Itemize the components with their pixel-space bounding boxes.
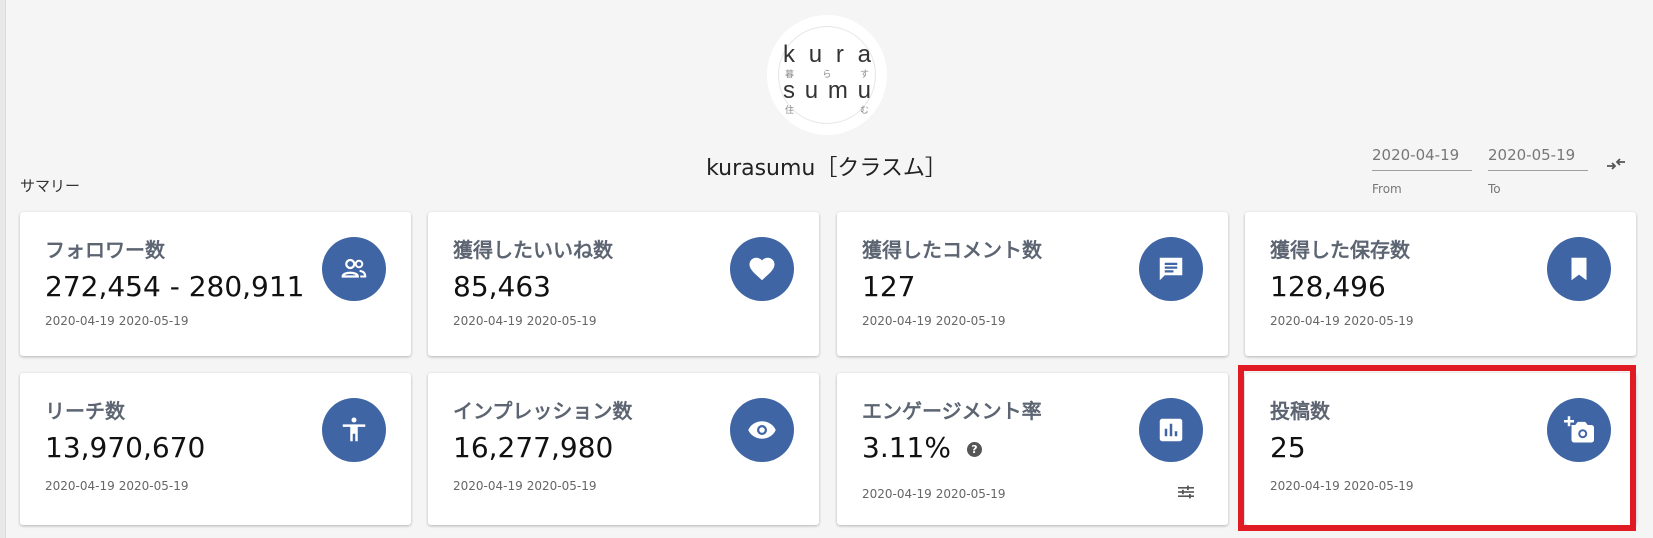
range-to: 2020-05-19 — [118, 479, 189, 493]
logo-char: k — [783, 41, 795, 68]
card-value: 16,277,980 — [453, 431, 614, 464]
card-icon-badge — [1547, 237, 1611, 301]
card-date-range: 2020-04-19 2020-05-19 — [1270, 314, 1414, 328]
card-title: 獲得したいいね数 — [453, 238, 613, 262]
card-date-range: 2020-04-19 2020-05-19 — [862, 487, 1006, 501]
card-title: エンゲージメント率 — [862, 399, 1042, 423]
card-value: 3.11% — [862, 431, 951, 464]
card-date-range: 2020-04-19 2020-05-19 — [45, 479, 189, 493]
logo-char: s — [783, 77, 795, 104]
eye-icon — [748, 421, 776, 439]
range-from: 2020-04-19 — [862, 314, 932, 328]
date-from-caption: From — [1372, 182, 1402, 196]
logo-char: u — [857, 77, 871, 104]
heart-icon — [749, 257, 775, 281]
logo-char: 住 — [785, 105, 795, 115]
summary-label: サマリー — [20, 177, 81, 195]
bookmark-icon — [1571, 257, 1587, 281]
card-date-range: 2020-04-19 2020-05-19 — [45, 314, 189, 328]
accessibility-icon — [342, 417, 366, 442]
range-to: 2020-05-19 — [1343, 479, 1414, 493]
swap-arrows-icon[interactable] — [1605, 154, 1627, 174]
range-to: 2020-05-19 — [935, 487, 1006, 501]
range-from: 2020-04-19 — [453, 479, 523, 493]
logo-row-4: 住 む — [779, 103, 875, 116]
card-icon-badge — [730, 398, 794, 462]
logo-char: む — [859, 105, 869, 115]
card-reach: リーチ数 13,970,670 2020-04-19 2020-05-19 — [20, 373, 411, 525]
range-from: 2020-04-19 — [45, 314, 115, 328]
range-to: 2020-05-19 — [935, 314, 1006, 328]
range-to: 2020-05-19 — [1343, 314, 1414, 328]
range-from: 2020-04-19 — [862, 487, 932, 501]
logo-char: r — [835, 41, 844, 68]
bar-chart-icon — [1159, 418, 1183, 442]
range-from: 2020-04-19 — [45, 479, 115, 493]
card-date-range: 2020-04-19 2020-05-19 — [1270, 479, 1414, 493]
range-from: 2020-04-19 — [1270, 479, 1340, 493]
card-value: 85,463 — [453, 270, 551, 303]
range-to: 2020-05-19 — [118, 314, 189, 328]
range-from: 2020-04-19 — [453, 314, 523, 328]
card-title: フォロワー数 — [45, 238, 165, 262]
date-to-field[interactable]: 2020-05-19 To — [1488, 146, 1588, 196]
card-icon-badge — [1139, 398, 1203, 462]
card-engagement-rate: エンゲージメント率 3.11%? 2020-04-19 2020-05-19 — [837, 373, 1228, 525]
card-value: 25 — [1270, 431, 1306, 464]
card-title: 獲得したコメント数 — [862, 238, 1042, 262]
card-date-range: 2020-04-19 2020-05-19 — [453, 314, 597, 328]
card-title: インプレッション数 — [453, 399, 633, 423]
card-icon-badge — [322, 398, 386, 462]
range-from: 2020-04-19 — [1270, 314, 1340, 328]
logo-char: u — [804, 77, 819, 104]
card-icon-badge — [1139, 237, 1203, 301]
card-value: 128,496 — [1270, 270, 1386, 303]
card-title: 投稿数 — [1270, 399, 1330, 423]
people-icon — [341, 258, 367, 278]
card-date-range: 2020-04-19 2020-05-19 — [862, 314, 1006, 328]
card-post-count: 投稿数 25 2020-04-19 2020-05-19 — [1245, 373, 1636, 525]
card-likes: 獲得したいいね数 85,463 2020-04-19 2020-05-19 — [428, 212, 819, 356]
help-icon[interactable]: ? — [966, 441, 982, 457]
range-to: 2020-05-19 — [526, 314, 597, 328]
card-value: 13,970,670 — [45, 431, 206, 464]
card-title: リーチ数 — [45, 399, 125, 423]
card-impressions: インプレッション数 16,277,980 2020-04-19 2020-05-1… — [428, 373, 819, 525]
date-from-field[interactable]: 2020-04-19 From — [1372, 146, 1472, 196]
comment-icon — [1159, 257, 1183, 281]
card-icon-badge — [1547, 398, 1611, 462]
add-photo-icon — [1564, 416, 1594, 443]
card-saves: 獲得した保存数 128,496 2020-04-19 2020-05-19 — [1245, 212, 1636, 356]
date-to-value: 2020-05-19 — [1488, 146, 1576, 164]
date-to-caption: To — [1488, 182, 1501, 196]
logo-mark: k u r a 暮 ら す s u m u 住 む — [778, 26, 876, 124]
logo-row-3: s u m u — [779, 77, 875, 105]
logo-row-1: k u r a — [779, 41, 875, 69]
card-value: 127 — [862, 270, 916, 303]
card-icon-badge — [322, 237, 386, 301]
date-from-value: 2020-04-19 — [1372, 146, 1460, 164]
account-name: kurasumu［クラスム］ — [706, 156, 947, 181]
tune-icon[interactable] — [1178, 485, 1194, 499]
card-value-wrap: 3.11%? — [862, 431, 982, 464]
card-comments: 獲得したコメント数 127 2020-04-19 2020-05-19 — [837, 212, 1228, 356]
card-followers: フォロワー数 272,454 - 280,911 2020-04-19 2020-… — [20, 212, 411, 356]
logo-char: a — [857, 41, 871, 68]
left-edge — [0, 0, 6, 538]
card-date-range: 2020-04-19 2020-05-19 — [453, 479, 597, 493]
card-title: 獲得した保存数 — [1270, 238, 1410, 262]
card-value: 272,454 - 280,911 — [45, 270, 305, 303]
range-to: 2020-05-19 — [526, 479, 597, 493]
logo-char: m — [827, 77, 848, 104]
logo-char: u — [808, 41, 823, 68]
card-icon-badge — [730, 237, 794, 301]
account-logo: k u r a 暮 ら す s u m u 住 む — [767, 15, 887, 135]
